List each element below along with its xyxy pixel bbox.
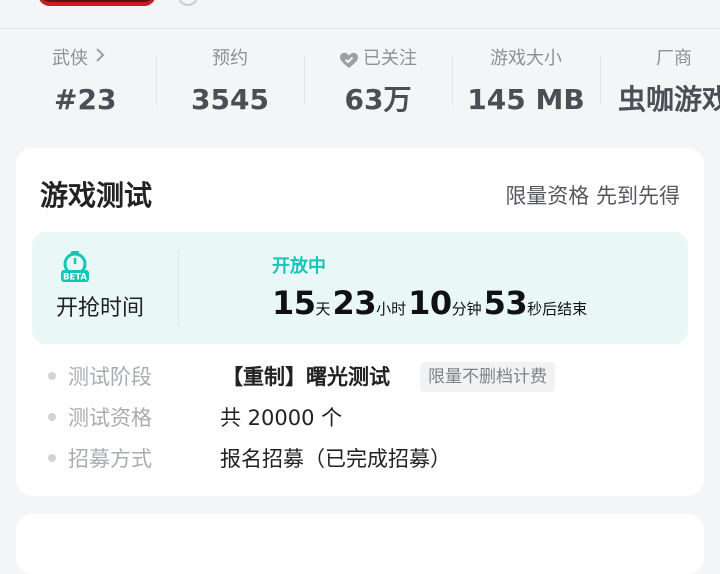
stat-followers[interactable]: 已关注 63万 [304, 42, 452, 126]
countdown-divider [178, 250, 179, 326]
game-test-card: 游戏测试 限量资格 先到先得 BETA 开抢时间 开放中 15天23小时10分钟… [16, 148, 704, 496]
countdown-hours-unit: 小时 [376, 300, 407, 318]
game-header [0, 0, 720, 29]
stat-developer-label: 厂商 [656, 48, 692, 69]
stat-reservations-label: 预约 [212, 48, 248, 69]
stat-category-label: 武侠 [52, 48, 88, 69]
card-title: 游戏测试 [40, 179, 153, 212]
svg-text:BETA: BETA [63, 273, 87, 283]
countdown-seconds-unit: 秒后结束 [527, 300, 588, 318]
info-row-quota: 测试资格 共 20000 个 [48, 401, 688, 435]
next-card [16, 514, 704, 574]
info-value-recruit: 报名招募（已完成招募） [220, 447, 451, 471]
beta-timer-icon: BETA [58, 250, 92, 284]
stat-followers-label: 已关注 [363, 48, 417, 69]
countdown-days: 15 [272, 284, 316, 322]
bullet-icon [48, 454, 56, 462]
countdown-seconds: 53 [483, 284, 528, 322]
card-subtitle: 限量资格 先到先得 [505, 184, 680, 208]
countdown-timer: 15天23小时10分钟53秒后结束 [272, 284, 589, 322]
stat-developer-value: 虫咖游戏 [617, 83, 720, 116]
stat-reservations: 预约 3545 [156, 42, 304, 126]
info-row-stage: 测试阶段 【重制】曙光测试 限量不删档计费 [48, 360, 688, 394]
info-key-quota: 测试资格 [68, 406, 152, 430]
bullet-icon [48, 413, 56, 421]
stat-size: 游戏大小 145 MB [452, 42, 600, 126]
countdown-status: 开放中 [272, 256, 326, 277]
info-key-stage: 测试阶段 [68, 365, 152, 389]
header-icon[interactable] [178, 0, 198, 6]
countdown-minutes-unit: 分钟 [451, 300, 482, 318]
stat-reservations-value: 3545 [191, 83, 269, 116]
info-row-recruit: 招募方式 报名招募（已完成招募） [48, 442, 688, 476]
stat-followers-value: 63万 [344, 83, 412, 116]
countdown-panel: BETA 开抢时间 开放中 15天23小时10分钟53秒后结束 [32, 232, 688, 344]
chevron-right-icon [94, 42, 106, 76]
game-stats-row: 武侠 #23 预约 3545 已关注 63万 游戏大小 145 MB 厂商 虫咖… [0, 42, 720, 126]
stat-category[interactable]: 武侠 #23 [0, 42, 156, 126]
heart-check-icon [339, 49, 359, 69]
bullet-icon [48, 372, 56, 380]
countdown-minutes: 10 [408, 284, 452, 322]
info-tag-billing: 限量不删档计费 [420, 362, 555, 392]
stat-size-value: 145 MB [467, 83, 585, 116]
game-cover-image[interactable] [38, 0, 156, 6]
info-value-stage: 【重制】曙光测试 [222, 365, 390, 389]
stat-developer[interactable]: 厂商 虫咖游戏 [600, 42, 720, 126]
stat-size-label: 游戏大小 [490, 48, 562, 69]
countdown-days-unit: 天 [315, 300, 331, 318]
info-value-quota: 共 20000 个 [220, 406, 343, 430]
countdown-hours: 23 [332, 284, 377, 322]
countdown-label: 开抢时间 [56, 296, 145, 321]
stat-category-rank: #23 [54, 83, 117, 116]
info-key-recruit: 招募方式 [68, 447, 152, 471]
